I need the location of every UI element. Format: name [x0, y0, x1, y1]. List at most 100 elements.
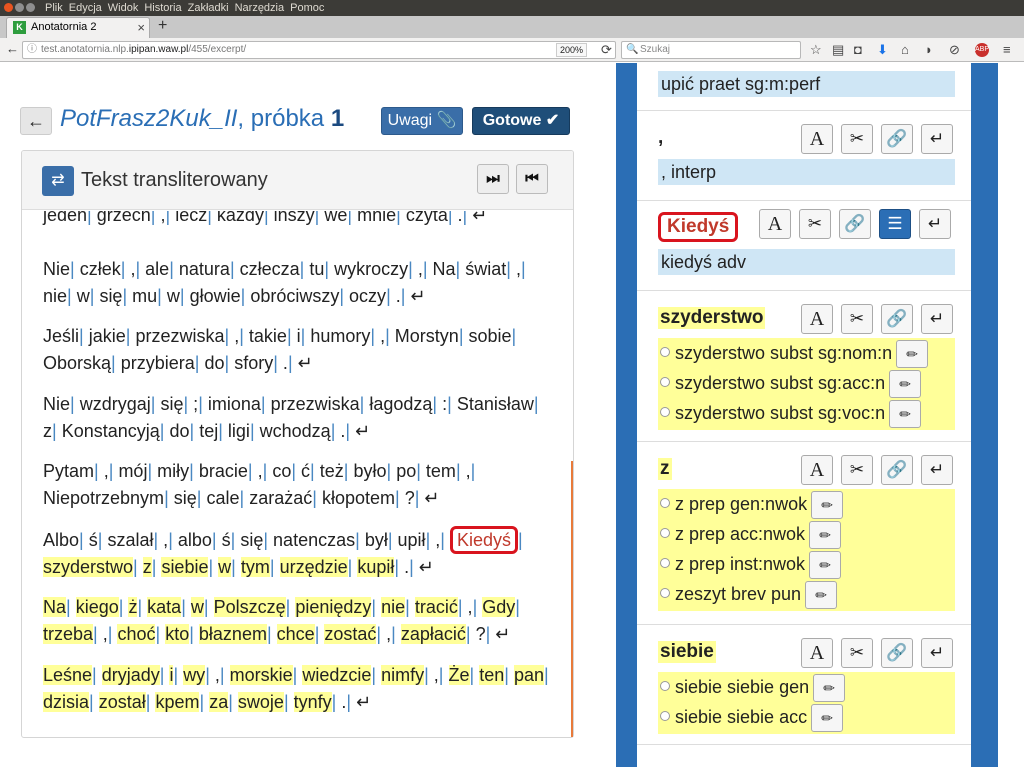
token[interactable]: człek [80, 259, 121, 279]
token[interactable]: tym [240, 557, 270, 577]
back-button[interactable]: ← [20, 107, 52, 135]
token[interactable]: Na [43, 597, 67, 617]
token[interactable]: co [272, 461, 291, 481]
swap-view-button[interactable]: ⇄ [42, 166, 74, 196]
token[interactable]: wykroczy [334, 259, 408, 279]
token[interactable]: pan [513, 665, 544, 685]
clipboard-icon[interactable]: ▤ [832, 41, 844, 59]
token[interactable]: wchodzą [260, 421, 331, 441]
change-form-button[interactable]: A [801, 455, 833, 485]
token[interactable]: sobie [469, 326, 512, 346]
token[interactable]: grzech [97, 211, 151, 225]
token[interactable]: ć [301, 461, 310, 481]
join-button[interactable]: 🔗 [881, 304, 913, 334]
interpretation-option[interactable]: z prep acc:nwok ✏ [658, 519, 842, 550]
token[interactable]: czyta [406, 211, 448, 225]
edit-button[interactable]: ✏ [809, 551, 842, 580]
token[interactable]: w [167, 286, 180, 306]
token[interactable]: cale [206, 488, 239, 508]
token[interactable]: się [99, 286, 122, 306]
edit-button[interactable]: ✏ [811, 491, 844, 520]
token[interactable]: za [209, 692, 229, 712]
token[interactable]: urzędzie [279, 557, 348, 577]
token[interactable]: humory [310, 326, 370, 346]
token[interactable]: takie [249, 326, 287, 346]
token[interactable]: ? [476, 624, 486, 644]
radio-button[interactable] [660, 498, 670, 509]
token[interactable]: jakie [89, 326, 126, 346]
info-icon[interactable]: ⓘ [27, 42, 37, 58]
newline-button[interactable]: ↵ [921, 124, 953, 154]
token[interactable]: Pytam [43, 461, 94, 481]
token[interactable]: nie [43, 286, 67, 306]
split-button[interactable]: ✂ [841, 124, 873, 154]
token[interactable]: było [353, 461, 386, 481]
interpretation-option[interactable]: szyderstwo subst sg:nom:n ✏ [658, 338, 929, 369]
page-scrollbar[interactable] [1000, 63, 1024, 767]
token[interactable]: tracić [414, 597, 458, 617]
token[interactable]: Morstyn [395, 326, 459, 346]
interpretation-option[interactable]: szyderstwo subst sg:acc:n ✏ [658, 368, 922, 399]
change-form-button[interactable]: A [759, 209, 791, 239]
bookmark-star-icon[interactable]: ☆ [810, 41, 822, 59]
minimize-window-icon[interactable] [15, 3, 24, 12]
token[interactable]: przybiera [121, 353, 195, 373]
interpretation-option[interactable]: z prep inst:nwok ✏ [658, 549, 842, 580]
menu-item[interactable]: Narzędzia [235, 0, 285, 16]
token[interactable]: tu [309, 259, 324, 279]
uwagi-button[interactable]: Uwagi 📎 [381, 107, 463, 135]
close-tab-icon[interactable]: × [137, 18, 145, 37]
token[interactable]: ś [222, 530, 231, 550]
token[interactable]: zapłacić [400, 624, 466, 644]
token[interactable]: z [142, 557, 152, 577]
radio-button[interactable] [660, 377, 670, 388]
token[interactable]: Leśne [43, 665, 93, 685]
interpretation-option[interactable]: siebie siebie acc ✏ [658, 702, 844, 733]
extension-d-icon[interactable]: ◗ [925, 41, 933, 59]
token[interactable]: albo [178, 530, 212, 550]
token[interactable]: kłopotem [322, 488, 395, 508]
token[interactable]: się [240, 530, 263, 550]
radio-button[interactable] [660, 588, 670, 599]
interpretation-option[interactable]: z prep gen:nwok ✏ [658, 489, 844, 520]
token[interactable]: miły [157, 461, 189, 481]
tag-interpretation[interactable]: upić praet sg:m:perf [658, 71, 955, 97]
change-form-button[interactable]: A [801, 124, 833, 154]
radio-button[interactable] [660, 711, 670, 722]
token[interactable]: kpem [155, 692, 200, 712]
newline-button[interactable]: ↵ [921, 638, 953, 668]
token[interactable]: lecz [175, 211, 207, 225]
interpretation-option[interactable]: szyderstwo subst sg:voc:n ✏ [658, 398, 922, 429]
token[interactable]: głowie [190, 286, 241, 306]
token[interactable]: natura [179, 259, 230, 279]
split-button[interactable]: ✂ [841, 304, 873, 334]
token[interactable]: bracie [199, 461, 248, 481]
token[interactable]: ale [145, 259, 169, 279]
token[interactable]: każdy [217, 211, 264, 225]
token[interactable]: błaznem [198, 624, 267, 644]
token[interactable]: natenczas [273, 530, 355, 550]
list-button[interactable]: ☰ [879, 209, 911, 239]
maximize-window-icon[interactable] [26, 3, 35, 12]
token[interactable]: mu [132, 286, 157, 306]
token[interactable]: tej [199, 421, 218, 441]
menu-item[interactable]: Edycja [69, 0, 102, 16]
token[interactable]: we [324, 211, 347, 225]
edit-button[interactable]: ✏ [896, 340, 929, 369]
token[interactable]: zostać [324, 624, 377, 644]
edit-button[interactable]: ✏ [805, 581, 838, 610]
token[interactable]: tynfy [293, 692, 332, 712]
token[interactable]: dryjady [101, 665, 160, 685]
token[interactable]: sfory [234, 353, 273, 373]
back-nav-icon[interactable]: ← [6, 41, 19, 56]
reload-icon[interactable]: ⟳ [601, 41, 612, 59]
new-tab-button[interactable]: + [158, 17, 167, 35]
join-button[interactable]: 🔗 [881, 638, 913, 668]
next-fragment-button[interactable]: ⏭ [477, 164, 509, 194]
zoom-indicator[interactable]: 200% [556, 43, 588, 57]
newline-button[interactable]: ↵ [919, 209, 951, 239]
token[interactable]: wiedzcie [302, 665, 372, 685]
adblock-icon[interactable]: ABP [975, 43, 989, 57]
edit-button[interactable]: ✏ [809, 521, 842, 550]
pocket-icon[interactable]: ◘ [854, 41, 862, 59]
